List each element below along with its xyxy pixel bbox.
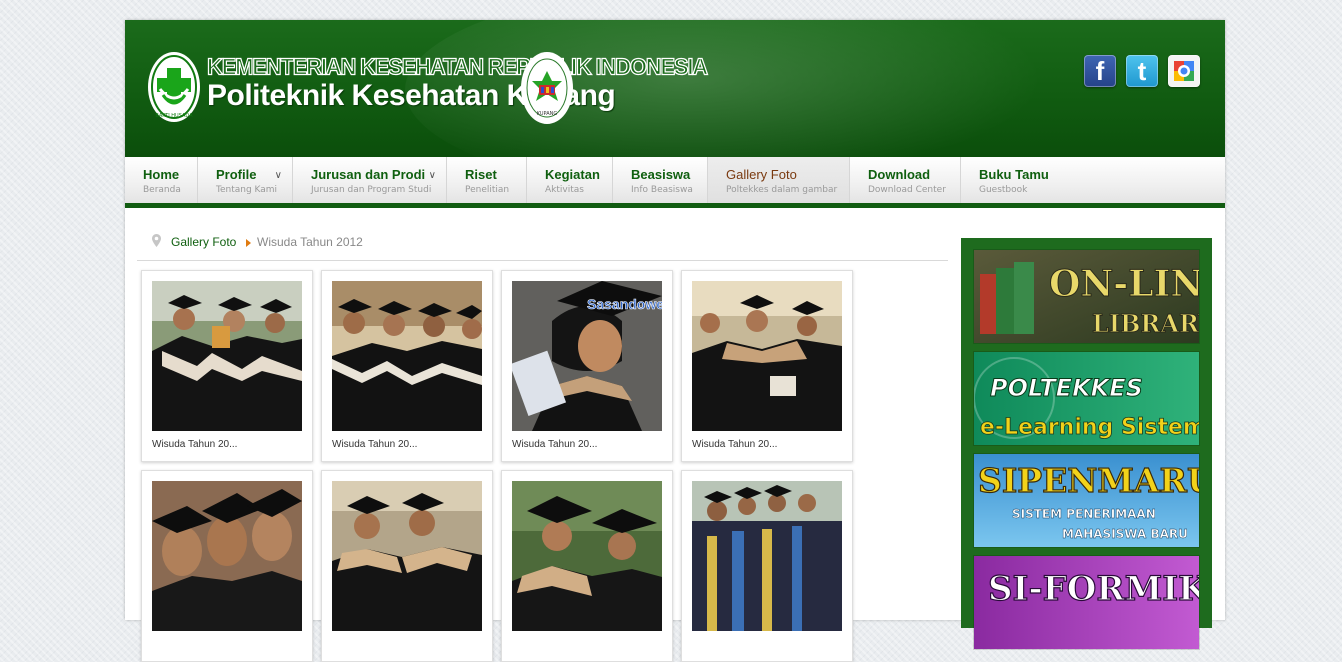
gallery-caption: Wisuda Tahun 20... [512, 439, 598, 450]
ministry-title: KEMENTERIAN KESEHATAN REPUBLIK INDONESIA [206, 53, 708, 81]
nav-title: Home [143, 167, 180, 182]
gallery-item[interactable] [681, 470, 853, 662]
page-container: BAKTI HUSADA KEMENTERIAN KESEHATAN REPUB… [125, 20, 1225, 662]
breadcrumb-current: Wisuda Tahun 2012 [257, 235, 363, 249]
nav-kegiatan[interactable]: Kegiatan Aktivitas [527, 157, 613, 203]
nav-title: Download [868, 167, 931, 182]
breadcrumb-arrow-icon [246, 239, 251, 247]
gallery-item[interactable] [321, 470, 493, 662]
gallery-item[interactable]: Sasandoweb Wisuda Tahun 20... [501, 270, 673, 462]
breadcrumb-divider [137, 260, 948, 261]
nav-gallery-foto[interactable]: Gallery Foto Poltekkes dalam gambar [708, 157, 850, 203]
banner-title: POLTEKKES [990, 374, 1143, 402]
online-library-banner[interactable]: ON-LINE LIBRARY [974, 250, 1199, 343]
watermark-text: Sasandoweb [587, 296, 662, 312]
nav-subtitle: Download Center [868, 185, 946, 195]
nav-subtitle: Beranda [143, 185, 181, 195]
elearning-banner[interactable]: POLTEKKES e-Learning Sistem [974, 352, 1199, 445]
gallery-photo[interactable] [152, 281, 302, 431]
si-formik-banner[interactable]: SI-FORMIK [974, 556, 1199, 649]
nav-subtitle: Tentang Kami [216, 185, 278, 195]
nav-buku-tamu[interactable]: Buku Tamu Guestbook [961, 157, 1061, 203]
gallery-photo[interactable] [332, 281, 482, 431]
nav-title: Kegiatan [545, 167, 600, 182]
nav-riset[interactable]: Riset Penelitian [447, 157, 527, 203]
google-icon[interactable] [1168, 55, 1200, 87]
nav-subtitle: Poltekkes dalam gambar [726, 185, 838, 195]
breadcrumb-gallery-link[interactable]: Gallery Foto [171, 235, 236, 249]
nav-subtitle: Guestbook [979, 185, 1028, 195]
nav-title: Buku Tamu [979, 167, 1049, 182]
gallery-photo[interactable] [692, 281, 842, 431]
gallery-item[interactable]: Wisuda Tahun 20... [321, 270, 493, 462]
nav-title: Jurusan dan Prodi [311, 167, 426, 182]
gallery-caption: Wisuda Tahun 20... [692, 439, 778, 450]
banner-subtitle: SISTEM PENERIMAAN [1012, 507, 1156, 521]
nav-title: Riset [465, 167, 497, 182]
gallery-item[interactable]: Wisuda Tahun 20... [681, 270, 853, 462]
sipenmaru-banner[interactable]: SIPENMARU SISTEM PENERIMAAN MAHASISWA BA… [974, 454, 1199, 547]
banner-title: SI-FORMIK [988, 569, 1199, 609]
nav-beasiswa[interactable]: Beasiswa Info Beasiswa [613, 157, 708, 203]
logo-right-text: KUPANG [537, 111, 558, 117]
gallery-caption: Wisuda Tahun 20... [332, 439, 418, 450]
banner-title: SIPENMARU [978, 461, 1199, 500]
location-pin-icon [152, 234, 161, 247]
logo-left-text: BAKTI HUSADA [155, 113, 193, 119]
gallery-caption: Wisuda Tahun 20... [152, 439, 238, 450]
breadcrumb: Gallery Foto Wisuda Tahun 2012 [152, 233, 952, 255]
nav-subtitle: Aktivitas [545, 185, 584, 195]
banner-subtitle: e-Learning Sistem [980, 415, 1199, 440]
gallery-item[interactable] [501, 470, 673, 662]
bakti-husada-logo[interactable]: BAKTI HUSADA [147, 51, 201, 123]
nav-jurusan[interactable]: Jurusan dan Prodi Jurusan dan Program St… [293, 157, 447, 203]
nav-title: Gallery Foto [726, 167, 797, 182]
nav-subtitle: Penelitian [465, 185, 510, 195]
banner-subtitle: LIBRARY [1092, 309, 1199, 338]
banner-title: ON-LINE [1049, 263, 1199, 305]
nav-title: Beasiswa [631, 167, 691, 182]
banner-subtitle-2: MAHASISWA BARU [1062, 527, 1188, 541]
main-nav: Home Beranda Profile Tentang Kami ∨ Juru… [125, 157, 1225, 208]
nav-download[interactable]: Download Download Center [850, 157, 961, 203]
nav-subtitle: Jurusan dan Program Studi [311, 185, 432, 195]
twitter-icon[interactable]: t [1126, 55, 1158, 87]
nav-home[interactable]: Home Beranda [125, 157, 198, 203]
nav-subtitle: Info Beasiswa [631, 185, 693, 195]
site-header: BAKTI HUSADA KEMENTERIAN KESEHATAN REPUB… [125, 20, 1225, 157]
poltekkes-kupang-logo[interactable]: KUPANG [520, 51, 574, 125]
nav-profile[interactable]: Profile Tentang Kami ∨ [198, 157, 293, 203]
facebook-icon[interactable]: f [1084, 55, 1116, 87]
chevron-down-icon: ∨ [428, 170, 436, 181]
gallery-photo[interactable]: Sasandoweb [512, 281, 662, 431]
gallery-item[interactable]: Wisuda Tahun 20... [141, 270, 313, 462]
gallery-item[interactable] [141, 470, 313, 662]
sidebar-banners: ON-LINE LIBRARY POLTEKKES e-Learning Sis… [961, 238, 1212, 649]
chevron-down-icon: ∨ [274, 170, 282, 181]
